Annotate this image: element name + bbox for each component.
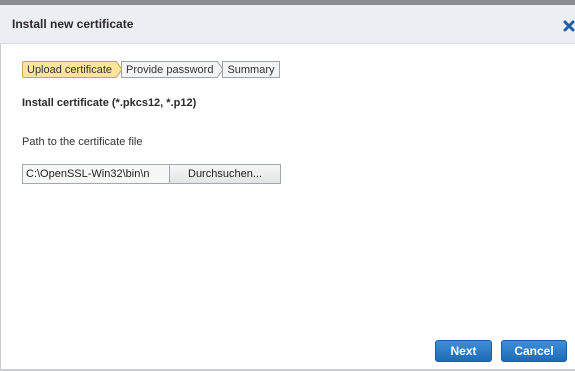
install-certificate-dialog: Install new certificate Upload certifica… xyxy=(0,0,575,371)
wizard-step-summary[interactable]: Summary xyxy=(222,60,280,78)
next-button[interactable]: Next xyxy=(435,340,492,362)
dialog-titlebar: Install new certificate xyxy=(0,5,575,44)
wizard-step-provide-password[interactable]: Provide password xyxy=(121,60,219,78)
certificate-path-input[interactable]: C:\OpenSSL-Win32\bin\n xyxy=(22,164,170,184)
dialog-title: Install new certificate xyxy=(12,17,134,31)
section-title: Install certificate (*.pkcs12, *.p12) xyxy=(22,97,197,109)
cancel-button[interactable]: Cancel xyxy=(501,340,567,362)
close-icon[interactable] xyxy=(562,19,575,33)
dialog-left-border xyxy=(0,44,1,371)
certificate-path-label: Path to the certificate file xyxy=(22,136,143,148)
browse-button[interactable]: Durchsuchen... xyxy=(170,164,281,184)
wizard-step-upload-certificate[interactable]: Upload certificate xyxy=(22,60,117,78)
wizard-steps: Upload certificate Provide password Summ… xyxy=(22,60,280,78)
